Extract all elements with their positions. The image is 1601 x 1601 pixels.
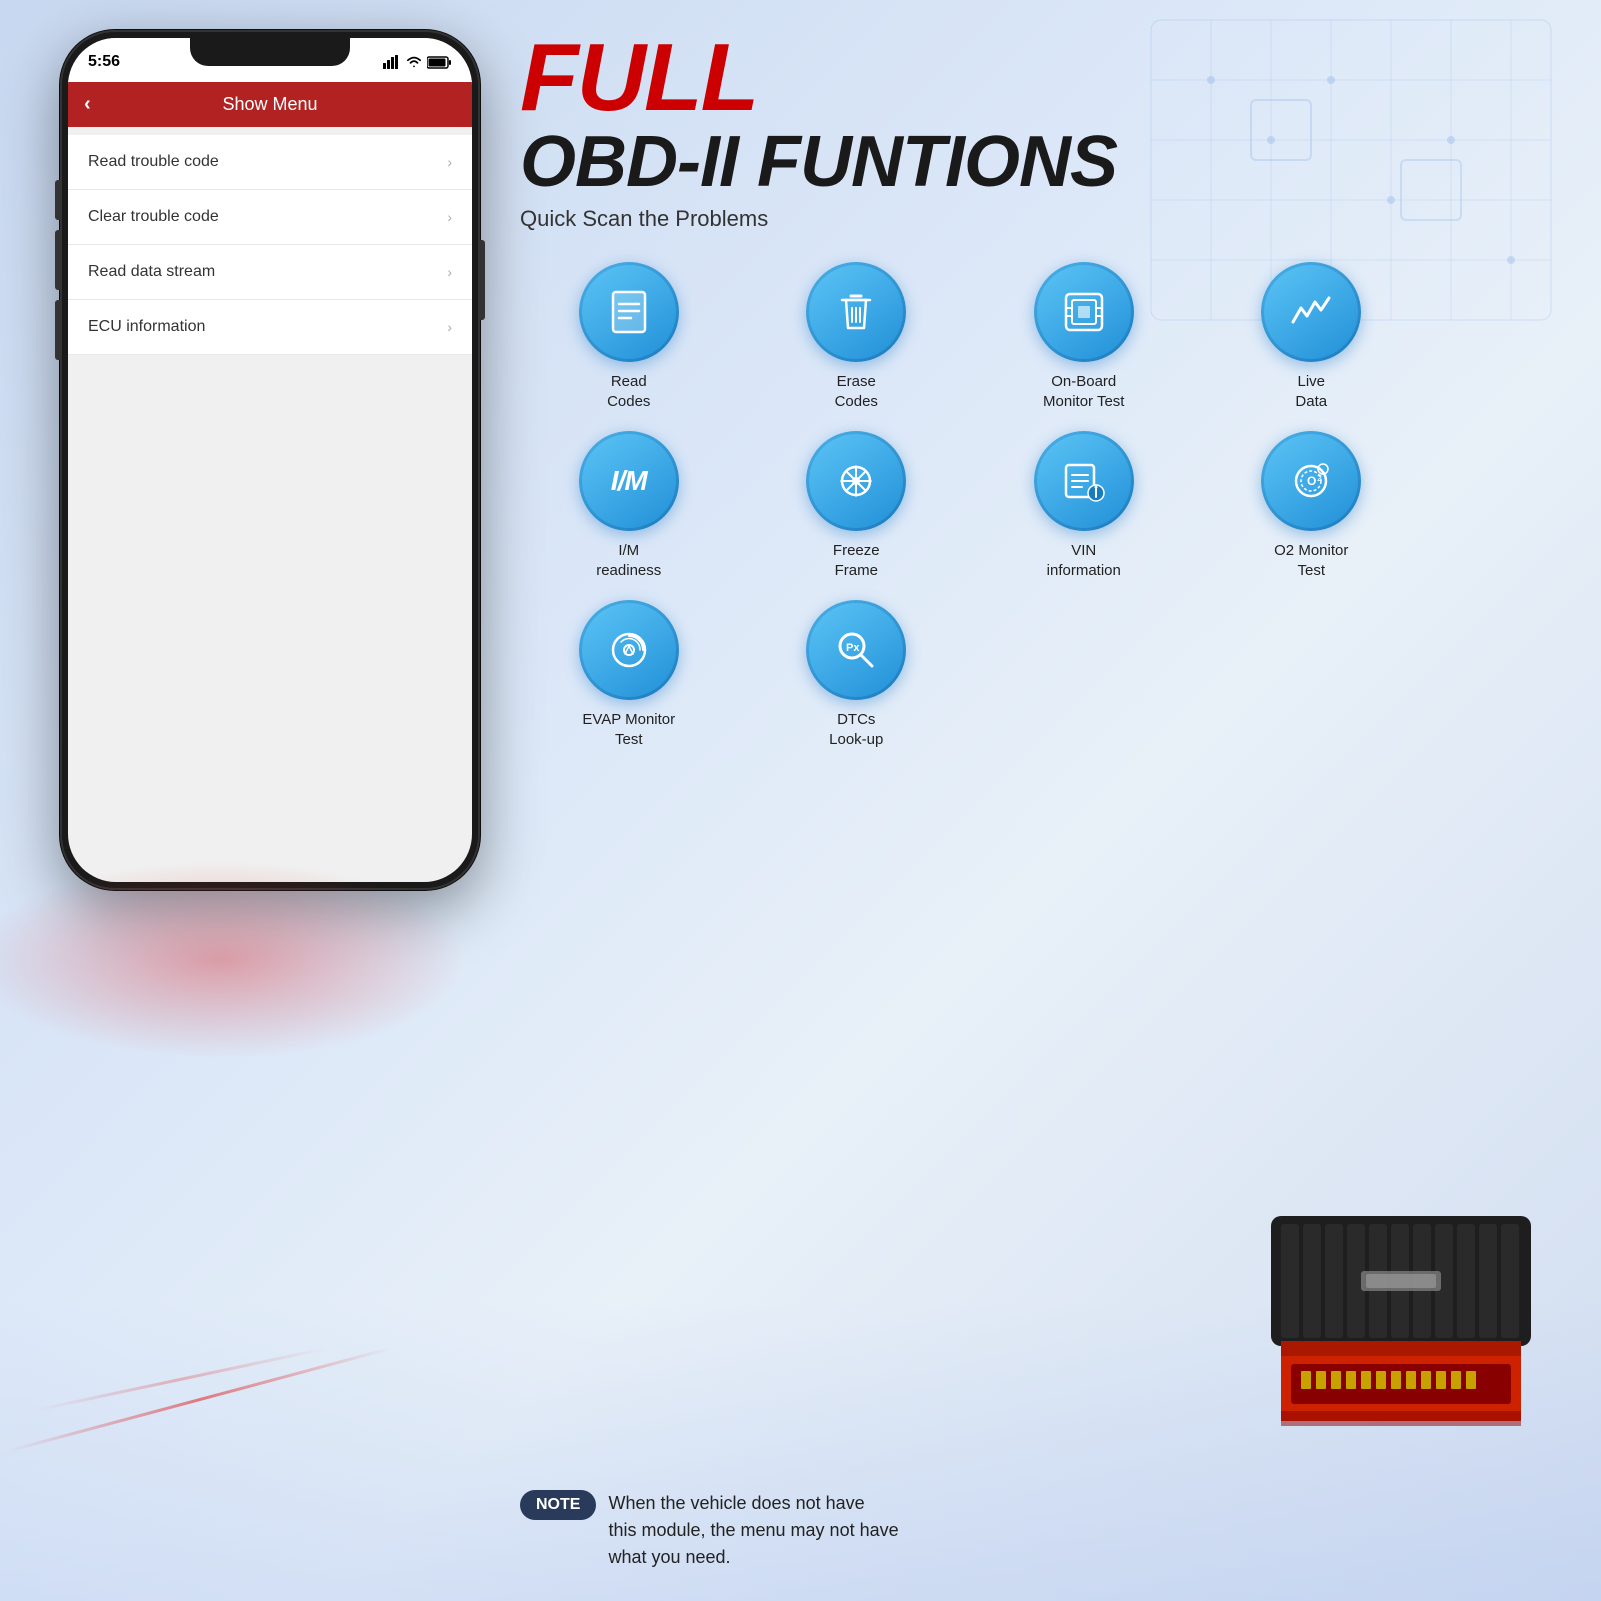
dtcs-lookup-icon-circle: Px — [806, 600, 906, 700]
vin-info-label: VINinformation — [1047, 541, 1121, 580]
phone-screen: 5:56 — [68, 38, 472, 882]
feature-live-data: LiveData — [1203, 262, 1421, 411]
vin-info-icon-circle — [1034, 431, 1134, 531]
im-readiness-icon: I/M — [611, 465, 647, 497]
menu-item-clear-trouble-label: Clear trouble code — [88, 208, 219, 226]
im-readiness-label: I/Mreadiness — [596, 541, 661, 580]
phone-section: 5:56 — [30, 30, 510, 980]
read-codes-icon-circle — [579, 262, 679, 362]
feature-erase-codes: EraseCodes — [748, 262, 966, 411]
live-data-icon — [1287, 288, 1335, 336]
menu-item-read-trouble-label: Read trouble code — [88, 153, 219, 171]
o2-monitor-label: O2 MonitorTest — [1274, 541, 1348, 580]
read-codes-icon — [605, 288, 653, 336]
live-data-icon-circle — [1261, 262, 1361, 362]
svg-text:O: O — [1307, 474, 1316, 488]
on-board-monitor-icon-circle — [1034, 262, 1134, 362]
menu-item-read-trouble[interactable]: Read trouble code › — [68, 135, 472, 190]
back-button[interactable]: ‹ — [84, 93, 91, 116]
dtcs-lookup-icon: Px — [832, 626, 880, 674]
obd-connector-section — [1261, 1216, 1541, 1441]
status-time: 5:56 — [88, 53, 120, 71]
erase-codes-label: EraseCodes — [835, 372, 878, 411]
signal-icon — [383, 55, 401, 69]
phone-volume-down-btn — [55, 300, 60, 360]
menu-list: Read trouble code › Clear trouble code ›… — [68, 135, 472, 355]
im-readiness-icon-circle: I/M — [579, 431, 679, 531]
menu-item-ecu[interactable]: ECU information › — [68, 300, 472, 355]
evap-monitor-icon — [605, 626, 653, 674]
menu-item-read-data-chevron: › — [447, 264, 452, 280]
live-data-label: LiveData — [1295, 372, 1327, 411]
phone-power-btn — [480, 240, 485, 320]
on-board-monitor-icon — [1060, 288, 1108, 336]
menu-item-ecu-chevron: › — [447, 319, 452, 335]
erase-codes-icon — [832, 288, 880, 336]
note-text: When the vehicle does not havethis modul… — [608, 1490, 898, 1571]
menu-item-clear-trouble[interactable]: Clear trouble code › — [68, 190, 472, 245]
freeze-frame-icon-circle — [806, 431, 906, 531]
on-board-monitor-label: On-BoardMonitor Test — [1043, 372, 1124, 411]
note-section: NOTE When the vehicle does not havethis … — [520, 1490, 1581, 1571]
menu-item-ecu-label: ECU information — [88, 318, 205, 336]
obd-connector-svg — [1261, 1216, 1541, 1436]
evap-monitor-icon-circle — [579, 600, 679, 700]
app-header-title: Show Menu — [222, 94, 317, 115]
feature-evap-monitor: EVAP MonitorTest — [520, 600, 738, 749]
freeze-frame-icon — [832, 457, 880, 505]
note-badge: NOTE — [520, 1490, 596, 1520]
menu-item-clear-trouble-chevron: › — [447, 209, 452, 225]
svg-text:•: • — [1320, 466, 1323, 475]
title-obd: OBD-II FUNTIONS — [520, 126, 1581, 198]
freeze-frame-label: FreezeFrame — [833, 541, 880, 580]
main-title: FULL OBD-II FUNTIONS Quick Scan the Prob… — [520, 30, 1581, 232]
feature-freeze-frame: FreezeFrame — [748, 431, 966, 580]
svg-text:Px: Px — [846, 642, 860, 654]
dtcs-lookup-label: DTCsLook-up — [829, 710, 883, 749]
title-full: FULL — [520, 30, 1581, 126]
evap-monitor-label: EVAP MonitorTest — [582, 710, 675, 749]
app-header: ‹ Show Menu — [68, 82, 472, 127]
phone-glow — [0, 860, 470, 1060]
phone-volume-mute-btn — [55, 180, 60, 220]
erase-codes-icon-circle — [806, 262, 906, 362]
status-icons — [383, 55, 452, 69]
phone-volume-up-btn — [55, 230, 60, 290]
o2-monitor-icon: O 2 • — [1287, 457, 1335, 505]
feature-im-readiness: I/M I/Mreadiness — [520, 431, 738, 580]
menu-item-read-trouble-chevron: › — [447, 154, 452, 170]
right-section: FULL OBD-II FUNTIONS Quick Scan the Prob… — [520, 30, 1581, 749]
vin-info-icon — [1060, 457, 1108, 505]
feature-on-board-monitor: On-BoardMonitor Test — [975, 262, 1193, 411]
phone-notch — [190, 38, 350, 66]
subtitle: Quick Scan the Problems — [520, 206, 1581, 232]
wifi-icon — [405, 55, 423, 69]
feature-dtcs-lookup: Px DTCsLook-up — [748, 600, 966, 749]
feature-vin-info: VINinformation — [975, 431, 1193, 580]
features-grid: ReadCodes EraseCodes — [520, 262, 1420, 749]
battery-icon — [427, 56, 452, 69]
menu-item-read-data-label: Read data stream — [88, 263, 215, 281]
menu-item-read-data[interactable]: Read data stream › — [68, 245, 472, 300]
read-codes-label: ReadCodes — [607, 372, 650, 411]
feature-read-codes: ReadCodes — [520, 262, 738, 411]
feature-o2-monitor: O 2 • O2 MonitorTest — [1203, 431, 1421, 580]
o2-monitor-icon-circle: O 2 • — [1261, 431, 1361, 531]
phone-frame: 5:56 — [60, 30, 480, 890]
